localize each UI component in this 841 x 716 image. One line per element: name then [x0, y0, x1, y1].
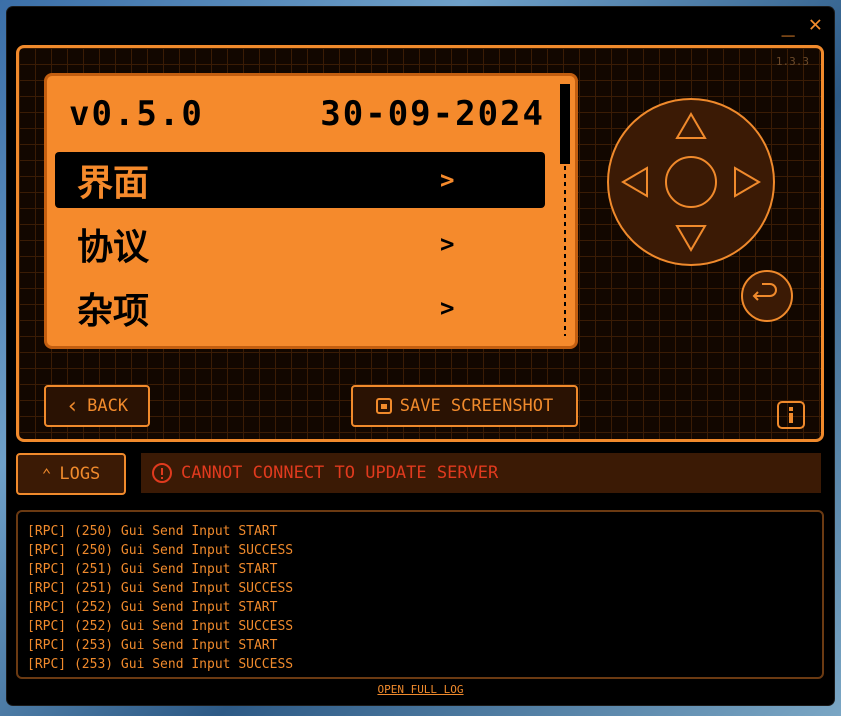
chevron-right-icon: > — [440, 294, 455, 322]
status-message: CANNOT CONNECT TO UPDATE SERVER — [181, 463, 499, 483]
log-panel[interactable]: [RPC] (250) Gui Send Input START [RPC] (2… — [16, 510, 824, 679]
window-controls: _ ✕ — [782, 14, 823, 36]
chevron-right-icon: > — [440, 230, 455, 258]
logs-toggle-button[interactable]: ⌃ LOGS — [16, 453, 126, 495]
alert-icon — [152, 463, 172, 483]
log-line: [RPC] (253) Gui Send Input SUCCESS — [27, 657, 294, 672]
chevron-up-icon: ⌃ — [41, 464, 52, 484]
menu-item-label: 协议 — [77, 227, 150, 268]
menu-item-protocol[interactable]: 协议 > — [55, 216, 545, 272]
menu-item-misc[interactable]: 杂项 > — [55, 280, 545, 336]
log-line-partial — [18, 512, 822, 522]
firmware-date: 30-09-2024 — [320, 94, 545, 134]
log-line: [RPC] (251) Gui Send Input START — [27, 562, 278, 577]
save-screenshot-label: SAVE SCREENSHOT — [399, 396, 554, 416]
save-screenshot-button[interactable]: SAVE SCREENSHOT — [351, 385, 578, 427]
undo-icon — [752, 283, 777, 301]
chevron-right-icon: > — [440, 166, 455, 194]
device-screen: v0.5.0 30-09-2024 界面 > 协议 > 杂项 > — [44, 73, 578, 349]
chevron-left-icon: ‹ — [65, 393, 80, 419]
close-button[interactable]: ✕ — [809, 14, 822, 36]
app-window: _ ✕ 1.3.3 v0.5.0 30-09-2024 界面 > 协议 > 杂项… — [7, 7, 834, 705]
log-line: [RPC] (252) Gui Send Input SUCCESS — [27, 619, 294, 634]
menu-item-label: 界面 — [77, 163, 150, 204]
menu-item-interface[interactable]: 界面 > — [55, 152, 545, 208]
log-line: [RPC] (250) Gui Send Input START — [27, 524, 278, 539]
app-version-label: 1.3.3 — [775, 55, 809, 68]
screen-header: v0.5.0 30-09-2024 — [69, 94, 545, 134]
screen-scrollbar-thumb — [560, 84, 570, 164]
back-label: BACK — [87, 396, 129, 416]
info-icon[interactable] — [776, 400, 806, 430]
menu-item-label: 杂项 — [77, 291, 150, 332]
dpad — [607, 98, 775, 266]
flipper-device-panel: 1.3.3 v0.5.0 30-09-2024 界面 > 协议 > 杂项 > ‹… — [16, 45, 824, 442]
arrow-up-icon[interactable] — [675, 112, 707, 139]
arrow-down-icon[interactable] — [675, 225, 707, 252]
log-line: [RPC] (252) Gui Send Input START — [27, 600, 278, 615]
status-bar: CANNOT CONNECT TO UPDATE SERVER — [141, 453, 821, 493]
log-line: [RPC] (253) Gui Send Input START — [27, 638, 278, 653]
save-icon — [375, 398, 392, 414]
firmware-version: v0.5.0 — [69, 94, 204, 134]
minimize-button[interactable]: _ — [782, 14, 795, 36]
dpad-ok-button[interactable] — [665, 156, 717, 208]
log-line: [RPC] (250) Gui Send Input SUCCESS — [27, 543, 294, 558]
arrow-right-icon[interactable] — [734, 166, 761, 198]
back-button[interactable]: ‹ BACK — [44, 385, 150, 427]
logs-label: LOGS — [59, 464, 101, 484]
device-back-button[interactable] — [741, 270, 793, 322]
log-line: [RPC] (251) Gui Send Input SUCCESS — [27, 581, 294, 596]
open-full-log-link[interactable]: OPEN FULL LOG — [7, 683, 834, 696]
arrow-left-icon[interactable] — [621, 166, 648, 198]
